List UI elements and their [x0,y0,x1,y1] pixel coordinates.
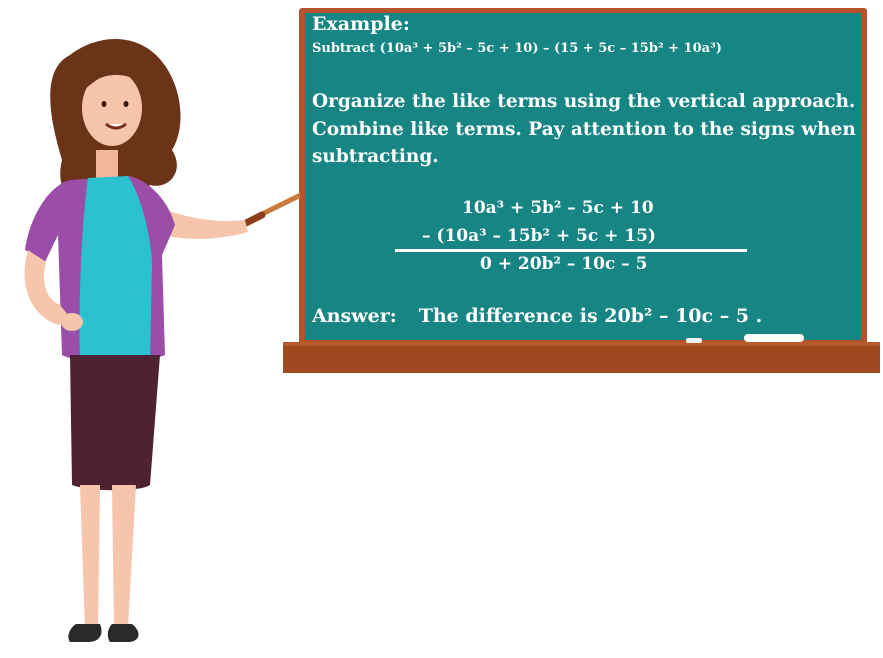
equation-result: 0 + 20b² – 10c – 5 [480,254,648,274]
legs [80,485,100,630]
chalkboard-ledge [283,342,880,373]
chalkboard [305,13,861,340]
instructions-text: Organize the like terms using the vertic… [312,91,856,167]
chalkboard-ledge-edge [283,342,880,346]
example-heading: Example: [312,13,410,35]
answer-text: The difference is 20b² – 10c – 5 . [418,305,763,327]
teacher-illustration [24,39,300,642]
shoes [68,624,102,642]
equation-line-2: – (10a³ – 15b² + 5c + 15) [422,226,656,246]
answer-label: Answer: [312,305,397,327]
answer-line: Answer: The difference is 20b² – 10c – 5 … [312,305,762,327]
problem-statement: Subtract (10a³ + 5b² – 5c + 10) – (15 + … [312,41,722,56]
skirt [70,355,160,491]
pointer-stick [247,192,300,223]
chalk-piece-small [686,338,702,343]
chalk-piece [744,334,804,342]
equation-line-1: 10a³ + 5b² – 5c + 10 [462,198,654,218]
equation-rule [395,249,747,252]
